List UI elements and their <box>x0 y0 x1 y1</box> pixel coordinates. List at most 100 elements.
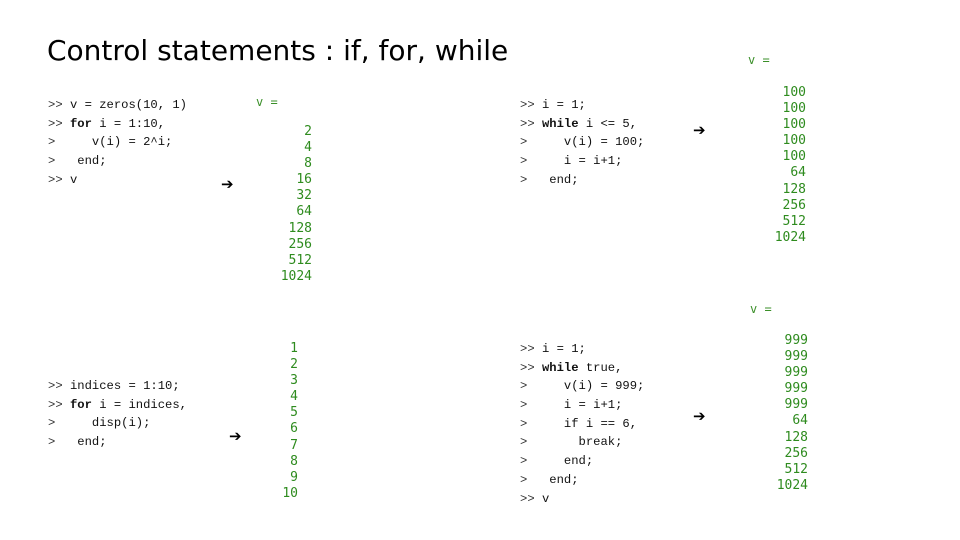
output-value: 512 <box>782 213 806 229</box>
output-value: 16 <box>296 172 312 188</box>
command-prompt: > <box>48 154 63 169</box>
code-text: true, <box>578 360 623 375</box>
code-line: > break; <box>520 433 644 452</box>
code-keyword: while <box>541 360 579 375</box>
command-prompt: >> <box>520 342 535 356</box>
output-value: 999 <box>784 349 808 365</box>
code-text: i = indices, <box>91 397 187 412</box>
output-value: 32 <box>296 188 312 204</box>
output-value: 1024 <box>776 477 808 493</box>
output-value: 64 <box>296 204 312 220</box>
output-variable-label: v = <box>748 53 770 67</box>
command-prompt: >> <box>48 397 63 412</box>
command-prompt: > <box>520 435 535 450</box>
code-keyword: while <box>541 116 579 131</box>
code-text: v <box>541 491 550 506</box>
command-prompt: > <box>520 472 535 487</box>
output-value: 128 <box>782 181 806 197</box>
slide-title: Control statements : if, for, while <box>47 34 509 67</box>
command-prompt: >> <box>48 379 63 393</box>
command-prompt: >> <box>520 491 535 506</box>
code-text: if i == 6, <box>541 416 638 431</box>
command-prompt: > <box>48 416 63 431</box>
right-arrow-icon: ➔ <box>229 427 242 445</box>
code-text: i = i+1; <box>541 398 623 413</box>
code-text: i <= 5, <box>578 116 638 131</box>
code-block-for-loop-disp: >> indices = 1:10; >> for i = indices, > d… <box>48 377 187 452</box>
output-value: 100 <box>782 133 806 149</box>
output-block-while-true-break: v = 999 999 999 999 999 64 128 256 512 1024 <box>750 301 808 494</box>
right-arrow-icon: ➔ <box>693 121 706 139</box>
code-text: i = 1; <box>541 98 586 112</box>
code-text: indices = 1:10; <box>69 379 180 393</box>
output-value: 2 <box>304 124 312 139</box>
output-block-for-loop-power: v = 2 4 8 16 32 64 128 256 512 1024 <box>256 94 312 285</box>
output-value: 6 <box>290 421 298 437</box>
code-line: >> while i <= 5, <box>520 115 644 134</box>
code-line: > end; <box>48 433 187 452</box>
code-text: end; <box>541 172 579 187</box>
code-text: i = 1:10, <box>91 116 166 131</box>
code-text: break; <box>541 435 623 450</box>
output-value: 512 <box>288 252 312 268</box>
code-line: > i = i+1; <box>520 396 644 415</box>
code-text: i = i+1; <box>541 154 623 169</box>
command-prompt: > <box>520 172 535 187</box>
output-value: 256 <box>782 197 806 213</box>
output-value: 256 <box>784 445 808 461</box>
output-value: 256 <box>288 236 312 252</box>
output-value: 999 <box>784 365 808 381</box>
code-line: >> for i = indices, <box>48 396 187 415</box>
code-text: end; <box>541 472 579 487</box>
code-line: > end; <box>48 152 187 171</box>
output-value: 999 <box>784 381 808 397</box>
output-value: 512 <box>784 461 808 477</box>
code-line: >> v = zeros(10, 1) <box>48 96 187 115</box>
code-line: > v(i) = 2^i; <box>48 133 187 152</box>
code-text: v(i) = 100; <box>541 135 645 150</box>
output-value: 100 <box>782 85 806 100</box>
output-value: 4 <box>290 389 298 405</box>
output-value: 64 <box>792 413 808 429</box>
output-value: 128 <box>784 429 808 445</box>
output-value: 100 <box>782 149 806 165</box>
command-prompt: > <box>520 135 535 150</box>
code-line: >> v <box>48 171 187 190</box>
command-prompt: > <box>48 135 63 150</box>
output-block-for-loop-disp: 1 2 3 4 5 6 7 8 9 10 <box>280 341 298 502</box>
output-value: 8 <box>290 453 298 469</box>
output-block-while-loop-counter: v = 100 100 100 100 100 64 128 256 512 1024 <box>748 52 806 246</box>
command-prompt: > <box>48 435 63 450</box>
code-line: > end; <box>520 171 644 190</box>
output-value: 4 <box>304 140 312 156</box>
command-prompt: >> <box>48 116 63 131</box>
code-line: >> i = 1; <box>520 96 644 115</box>
output-value: 10 <box>282 485 298 501</box>
right-arrow-icon: ➔ <box>221 175 234 193</box>
code-line: > if i == 6, <box>520 415 644 434</box>
code-line: >> v <box>520 490 644 509</box>
command-prompt: > <box>520 454 535 469</box>
output-value: 100 <box>782 117 806 133</box>
output-value: 7 <box>290 437 298 453</box>
code-block-while-true-break: >> i = 1; >> while true, > v(i) = 999; > i … <box>520 340 644 508</box>
output-value: 1024 <box>774 229 806 245</box>
code-keyword: for <box>69 397 92 412</box>
output-value: 3 <box>290 373 298 389</box>
command-prompt: > <box>520 398 535 413</box>
code-line: >> for i = 1:10, <box>48 115 187 134</box>
code-text: v(i) = 2^i; <box>69 135 173 150</box>
output-value: 8 <box>304 156 312 172</box>
code-keyword: for <box>69 116 92 131</box>
code-line: > end; <box>520 471 644 490</box>
code-text: disp(i); <box>69 416 151 431</box>
code-line: > disp(i); <box>48 414 187 433</box>
command-prompt: >> <box>520 360 535 375</box>
code-text: end; <box>541 454 594 469</box>
output-value: 9 <box>290 469 298 485</box>
output-variable-label: v = <box>256 95 278 109</box>
command-prompt: > <box>520 416 535 431</box>
output-value: 64 <box>790 165 806 181</box>
output-value: 5 <box>290 405 298 421</box>
code-line: >> i = 1; <box>520 340 644 359</box>
